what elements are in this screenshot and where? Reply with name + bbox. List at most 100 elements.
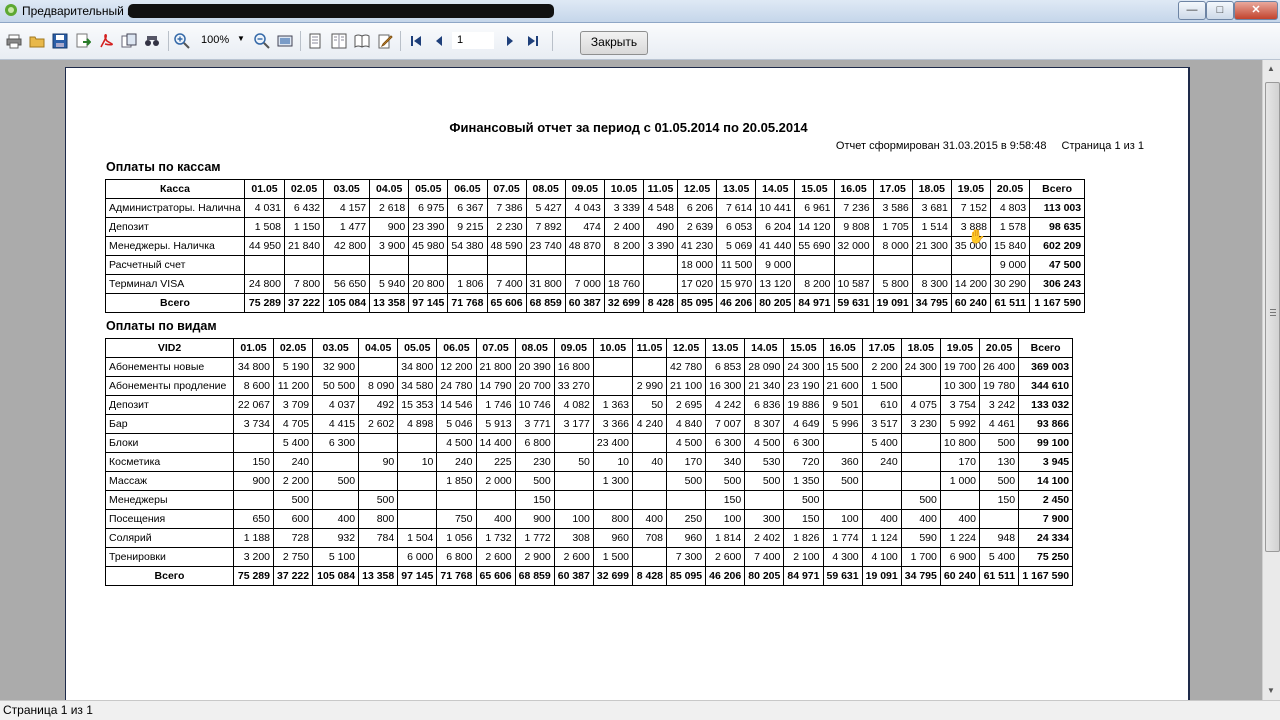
value-cell: 900 [514,509,555,529]
value-cell: 3 390 [643,236,678,256]
vertical-scrollbar[interactable]: ▲ ▼ [1262,60,1280,700]
value-cell: 1 124 [861,528,902,548]
value-cell: 4 100 [861,547,902,567]
value-cell: 1 504 [397,528,438,548]
pdf-icon[interactable] [98,33,114,49]
value-cell: 500 [514,471,555,491]
copy-icon[interactable] [121,33,137,49]
table-row: Тренировки 3 200 2 750 5 100 6 000 6 800 2 600… [105,547,1074,567]
value-cell: 240 [272,452,314,472]
edit-icon[interactable] [377,33,393,49]
value-cell: 800 [592,509,634,529]
value-cell: 500 [783,490,824,510]
status-bar: Страница 1 из 1 [0,700,1280,720]
prev-page-icon[interactable] [431,33,447,49]
last-page-icon[interactable] [525,33,541,49]
open-icon[interactable] [29,33,45,49]
minimize-button[interactable]: — [1178,1,1206,20]
value-cell: 300 [744,509,785,529]
value-cell: 33 270 [553,376,594,396]
next-page-icon[interactable] [502,33,518,49]
value-cell: 07.05 [475,338,516,358]
value-cell [369,255,410,275]
value-cell [323,255,371,275]
value-cell [475,490,516,510]
value-cell: 7 614 [716,198,757,218]
value-cell: 900 [369,217,410,237]
page-number-input[interactable] [452,32,494,49]
scroll-thumb[interactable] [1265,82,1280,552]
value-cell [553,490,594,510]
print-icon[interactable] [6,33,22,49]
value-cell [553,471,594,491]
multi-page-icon[interactable] [331,33,347,49]
value-cell: 09.05 [553,338,594,358]
maximize-button[interactable]: □ [1206,1,1234,20]
value-cell: 2 200 [861,357,902,377]
value-cell: 50 [553,452,594,472]
value-cell: 46 206 [705,566,746,586]
zoom-dropdown-icon[interactable]: ▼ [237,34,245,43]
value-cell: 8 090 [358,376,399,396]
single-page-icon[interactable] [307,33,323,49]
value-cell: 1 056 [436,528,477,548]
value-cell: 105 084 [323,293,371,313]
value-cell: 100 [822,509,863,529]
cash-payments-table: Касса 01.05 02.05 03.05 04.05 05.05 06.05 07.05… [105,179,1086,313]
row-label-cell: Касса [105,179,245,199]
value-cell: 11.05 [643,179,678,199]
scroll-up-icon[interactable]: ▲ [1267,64,1275,73]
row-total-cell: 369 003 [1018,357,1074,377]
value-cell: 900 [233,471,274,491]
value-cell: 56 650 [323,274,371,294]
value-cell: 31 800 [525,274,566,294]
row-total-cell: 113 003 [1029,198,1086,218]
fit-page-icon[interactable] [277,33,293,49]
value-cell: 728 [272,528,314,548]
value-cell: 1 814 [705,528,746,548]
value-cell: 19 780 [978,376,1020,396]
value-cell: 5 400 [978,547,1020,567]
value-cell: 400 [900,509,941,529]
value-cell: 7 300 [665,547,707,567]
zoom-out-icon[interactable] [254,33,270,49]
value-cell: 97 145 [408,293,449,313]
value-cell [358,433,399,453]
close-preview-button[interactable]: Закрыть [580,31,648,55]
value-cell: 13 358 [369,293,410,313]
value-cell: 150 [514,490,555,510]
value-cell: 32 699 [603,293,645,313]
value-cell: 61 511 [989,293,1031,313]
first-page-icon[interactable] [408,33,424,49]
value-cell: 01.05 [244,179,285,199]
value-cell: 3 242 [978,395,1020,415]
find-icon[interactable] [144,33,160,49]
value-cell [486,255,527,275]
value-cell: 13 358 [358,566,399,586]
value-cell [939,490,981,510]
close-window-button[interactable]: ✕ [1234,1,1278,20]
value-cell: 5 940 [369,274,410,294]
zoom-in-icon[interactable] [174,33,190,49]
value-cell: 10 [397,452,438,472]
value-cell: 42 800 [323,236,371,256]
value-cell: 5 992 [939,414,981,434]
value-cell: 8 200 [794,274,835,294]
value-cell [900,433,941,453]
report-viewport: Финансовый отчет за период с 01.05.2014 … [0,60,1262,700]
scroll-down-icon[interactable]: ▼ [1267,686,1275,695]
value-cell: 26 400 [978,357,1020,377]
row-label-cell: Тренировки [105,547,234,567]
value-cell: 16.05 [822,338,863,358]
title-redaction [128,4,554,18]
export-icon[interactable] [75,33,91,49]
book-icon[interactable] [354,33,370,49]
save-icon[interactable] [52,33,68,49]
value-cell [397,471,438,491]
value-cell: 07.05 [486,179,527,199]
value-cell: 400 [939,509,981,529]
value-cell: 6 853 [705,357,746,377]
value-cell: 4 840 [665,414,707,434]
zoom-level[interactable]: 100% [201,34,229,46]
value-cell: 21 100 [665,376,707,396]
